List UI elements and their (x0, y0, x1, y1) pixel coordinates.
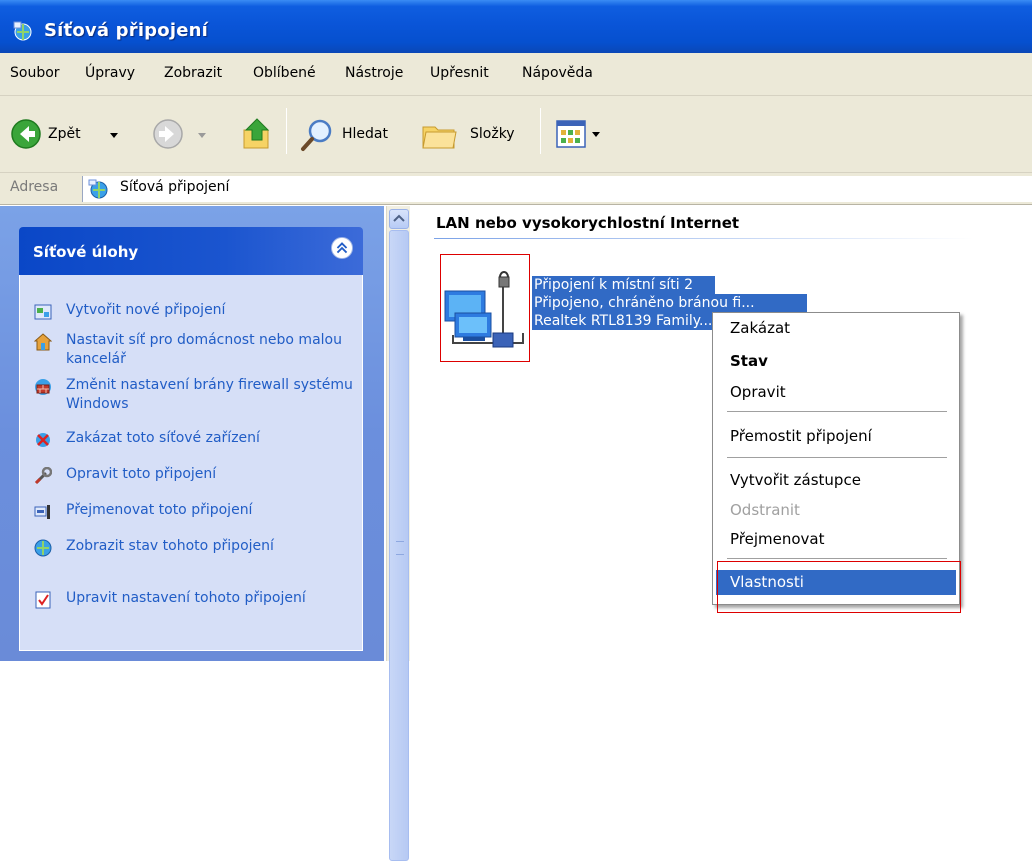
network-tasks-header[interactable]: Síťové úlohy (19, 227, 363, 275)
lan-connection-icon (444, 271, 524, 348)
folders-icon (422, 126, 457, 149)
scroll-thumb[interactable] (389, 230, 409, 861)
search-icon (301, 119, 332, 151)
menu-item-disable[interactable]: Zakázat (716, 316, 956, 340)
group-heading: LAN nebo vysokorychlostní Internet (436, 214, 740, 232)
address-value[interactable]: Síťová připojení (120, 179, 229, 195)
menu-item-status[interactable]: Stav (716, 349, 956, 373)
task-disable-device[interactable]: Zakázat toto síťové zařízení (34, 429, 354, 451)
menu-item-create-shortcut[interactable]: Vytvořit zástupce (716, 468, 956, 492)
menu-item-label: Vytvořit zástupce (730, 471, 861, 489)
back-arrow-icon (11, 119, 41, 149)
forward-button[interactable] (152, 118, 212, 152)
connection-status: Připojeno, chráněno bránou fi... (532, 294, 807, 312)
views-dropdown-arrow-icon[interactable] (592, 132, 600, 137)
menu-item-label: Přemostit připojení (730, 427, 872, 445)
back-label: Zpět (48, 126, 81, 142)
home-network-icon (34, 333, 52, 351)
connection-name: Připojení k místní síti 2 (532, 276, 715, 294)
rename-icon (34, 505, 50, 519)
menu-bar: Soubor Úpravy Zobrazit Oblíbené Nástroje… (0, 53, 1032, 96)
menu-item-label: Odstranit (730, 501, 800, 519)
folders-label: Složky (470, 126, 515, 142)
task-new-connection[interactable]: Vytvořit nové připojení (34, 301, 354, 323)
task-label: Změnit nastavení brány firewall systému … (66, 377, 353, 412)
task-rename[interactable]: Přejmenovat toto připojení (34, 501, 354, 523)
new-connection-icon (34, 304, 52, 320)
menu-soubor[interactable]: Soubor (10, 65, 60, 81)
back-dropdown-arrow-icon[interactable] (110, 133, 118, 138)
search-button[interactable]: Hledat (300, 118, 406, 152)
network-tasks-list: Vytvořit nové připojení Nastavit síť pro… (19, 275, 363, 651)
scroll-grip (396, 541, 404, 555)
menu-nastroje[interactable]: Nástroje (345, 65, 403, 81)
vertical-scrollbar[interactable] (386, 206, 410, 861)
title-bar: Síťová připojení (0, 0, 1032, 53)
menu-item-label: Stav (730, 352, 768, 370)
task-label: Nastavit síť pro domácnost nebo malou ka… (66, 332, 342, 367)
menu-upravy[interactable]: Úpravy (85, 65, 135, 81)
menu-item-repair[interactable]: Opravit (716, 380, 956, 404)
menu-item-label: Opravit (730, 383, 786, 401)
task-view-status[interactable]: Zobrazit stav tohoto připojení (34, 537, 354, 577)
task-label: Zobrazit stav tohoto připojení (66, 538, 274, 554)
status-icon (34, 539, 52, 557)
menu-zobrazit[interactable]: Zobrazit (164, 65, 222, 81)
menu-item-label: Přejmenovat (730, 530, 825, 548)
chevron-up-icon (393, 214, 405, 222)
connection-device: Realtek RTL8139 Family... (532, 312, 722, 330)
menu-item-delete: Odstranit (716, 498, 956, 522)
folders-button[interactable]: Složky (420, 118, 530, 152)
network-tasks-title: Síťové úlohy (33, 243, 139, 261)
menu-separator (727, 411, 947, 412)
scroll-up-button[interactable] (389, 209, 409, 229)
task-label: Vytvořit nové připojení (66, 302, 226, 318)
menu-napoveda[interactable]: Nápověda (522, 65, 593, 81)
network-connections-icon (88, 179, 108, 199)
task-home-network[interactable]: Nastavit síť pro domácnost nebo malou ka… (34, 331, 354, 371)
window-title: Síťová připojení (44, 20, 208, 41)
toolbar-separator (286, 108, 287, 154)
task-label: Přejmenovat toto připojení (66, 502, 253, 518)
address-bar: Adresa Síťová připojení (0, 173, 1032, 205)
menu-item-bridge[interactable]: Přemostit připojení (716, 424, 956, 448)
forward-dropdown-arrow-icon[interactable] (198, 133, 206, 138)
properties-highlight (717, 561, 961, 613)
search-label: Hledat (342, 126, 388, 142)
network-tasks-group: Síťové úlohy Vytvořit nové připojení Nas… (19, 227, 363, 651)
menu-item-label: Zakázat (730, 319, 791, 337)
address-label: Adresa (10, 179, 59, 195)
menu-separator (727, 558, 947, 559)
network-connections-icon (13, 21, 32, 41)
up-button[interactable] (240, 116, 274, 152)
task-label: Upravit nastavení tohoto připojení (66, 590, 306, 606)
repair-icon (34, 467, 52, 485)
settings-icon (35, 591, 51, 609)
menu-item-rename[interactable]: Přejmenovat (716, 527, 956, 551)
menu-upresnit[interactable]: Upřesnit (430, 65, 489, 81)
menu-oblibene[interactable]: Oblíbené (253, 65, 316, 81)
views-button[interactable] (556, 120, 612, 150)
menu-separator (727, 457, 947, 458)
toolbar-separator (540, 108, 541, 154)
back-button[interactable]: Zpět (8, 118, 128, 152)
collapse-chevron-icon[interactable] (331, 237, 353, 259)
group-divider (434, 238, 974, 239)
lan-connection-icon-highlight[interactable] (440, 254, 530, 362)
task-label: Zakázat toto síťové zařízení (66, 430, 260, 446)
views-icon (556, 120, 586, 148)
task-edit-settings[interactable]: Upravit nastavení tohoto připojení (34, 589, 354, 629)
disable-device-icon (36, 433, 50, 447)
task-repair[interactable]: Opravit toto připojení (34, 465, 354, 487)
folder-up-icon (243, 118, 270, 149)
firewall-icon (35, 379, 51, 395)
task-label: Opravit toto připojení (66, 466, 217, 482)
task-pane: Síťové úlohy Vytvořit nové připojení Nas… (0, 206, 384, 661)
toolbar: Zpět Hledat Složky (0, 96, 1032, 173)
forward-arrow-icon (153, 119, 183, 149)
task-firewall[interactable]: Změnit nastavení brány firewall systému … (34, 376, 354, 416)
